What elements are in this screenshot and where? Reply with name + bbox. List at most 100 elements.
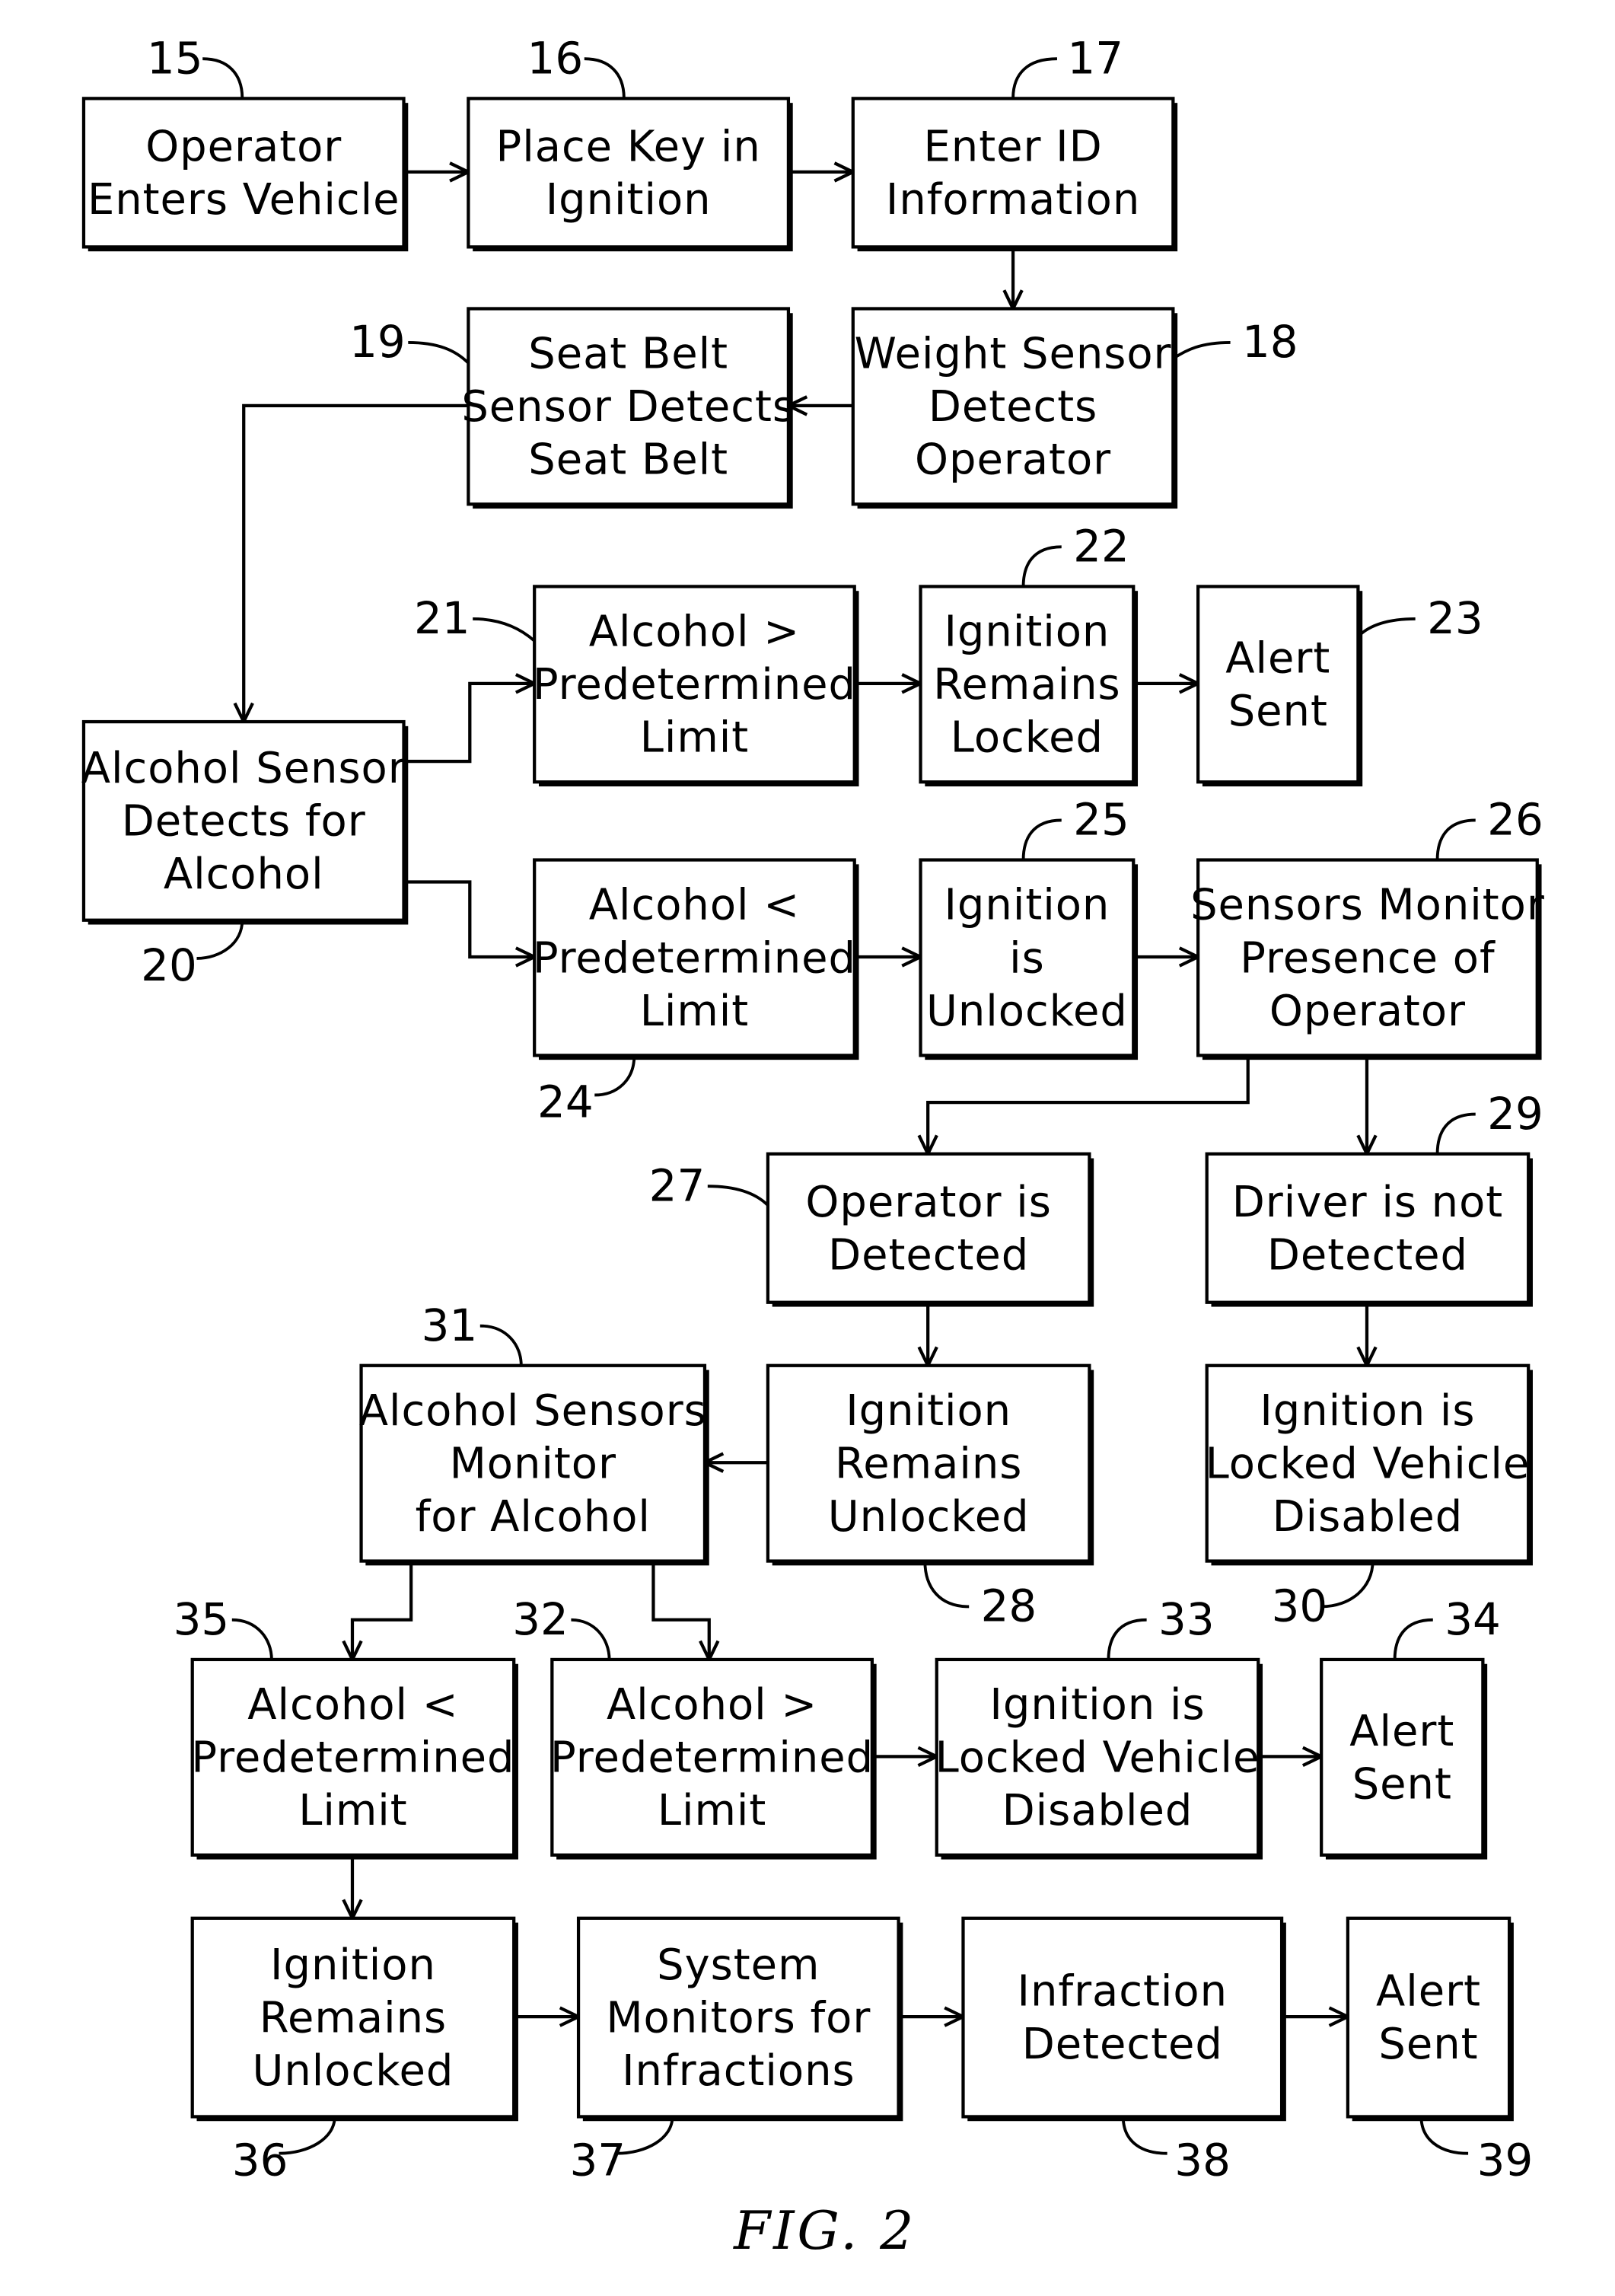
leader-line [1321, 1561, 1375, 1609]
reference-number: 26 [1487, 794, 1543, 846]
box-label-line: Alcohol Sensors [359, 1386, 707, 1436]
connector-18-19 [785, 395, 853, 416]
connector-28-31 [701, 1452, 768, 1473]
box-label-line: Information [886, 175, 1140, 225]
reference-number: 31 [422, 1299, 478, 1351]
reference-numeral-31: 31 [422, 1299, 523, 1366]
process-box-33: Ignition isLocked VehicleDisabled [935, 1657, 1263, 1860]
box-label-line: Operator [145, 122, 342, 171]
box-label-line: Ignition is [989, 1680, 1205, 1730]
process-box-29: Driver is notDetected [1205, 1152, 1533, 1307]
box-label-line: Limit [298, 1786, 407, 1835]
reference-number: 39 [1477, 2135, 1534, 2186]
reference-numeral-17: 17 [1011, 33, 1123, 99]
connector-26-29 [1356, 1055, 1378, 1158]
connector-33-34 [1258, 1746, 1326, 1768]
figure-caption: FIG. 2 [732, 2201, 916, 2262]
box-label-line: Sensors Monitor [1190, 881, 1545, 930]
box-label-line: Enters Vehicle [88, 175, 400, 225]
box-label-line: Locked [951, 713, 1104, 763]
box-label-line: Detected [1022, 2020, 1223, 2069]
reference-number: 28 [981, 1580, 1037, 1632]
leader-line [1107, 1618, 1147, 1660]
leader-line [1021, 545, 1062, 587]
process-box-23: AlertSent [1196, 585, 1363, 787]
connector-line [403, 681, 535, 764]
reference-numeral-37: 37 [569, 2116, 674, 2186]
box-border [766, 1152, 1091, 1304]
box-label-line: Ignition [944, 607, 1110, 657]
box-label-line: for Alcohol [416, 1492, 651, 1542]
reference-number: 24 [537, 1076, 594, 1127]
reference-numeral-18: 18 [1172, 316, 1298, 368]
box-label-line: Alert [1349, 1707, 1454, 1756]
leader-line [1435, 818, 1476, 860]
box-label-line: Predetermined [533, 933, 856, 983]
leader-line [479, 1324, 523, 1366]
process-box-24: Alcohol <PredeterminedLimit [533, 858, 859, 1060]
connector-17-18 [1002, 247, 1024, 313]
process-box-35: Alcohol <PredeterminedLimit [190, 1657, 518, 1860]
box-label-line: Presence of [1240, 933, 1496, 983]
reference-numeral-15: 15 [147, 33, 244, 99]
box-label-line: Alcohol > [589, 607, 800, 657]
connector-31-32 [651, 1561, 720, 1663]
leader-line [408, 340, 470, 365]
box-label-line: Limit [658, 1786, 766, 1835]
box-label-line: Remains [933, 660, 1120, 710]
reference-number: 29 [1487, 1088, 1543, 1140]
box-label-line: Detects for [122, 797, 366, 847]
leader-line [571, 1618, 611, 1660]
box-label-line: Seat Belt [528, 330, 728, 379]
box-label-line: Operator [915, 435, 1111, 485]
box-label-line: Infraction [1018, 1967, 1228, 2017]
box-label-line: Unlocked [252, 2046, 454, 2096]
box-label-line: Sensor Detects [461, 382, 795, 432]
connector-line [403, 880, 535, 959]
process-box-15: OperatorEnters Vehicle [81, 97, 409, 252]
leader-line [1357, 617, 1416, 638]
leader-line [1011, 57, 1057, 99]
reference-number: 18 [1242, 316, 1298, 368]
reference-numeral-30: 30 [1272, 1561, 1375, 1632]
process-box-36: IgnitionRemainsUnlocked [190, 1916, 518, 2122]
box-label-line: Disabled [1002, 1786, 1193, 1835]
reference-numeral-23: 23 [1357, 592, 1483, 644]
process-box-37: SystemMonitors forInfractions [576, 1916, 903, 2122]
box-label-line: Alcohol > [607, 1680, 817, 1730]
box-label-line: Predetermined [191, 1733, 514, 1783]
reference-numeral-32: 32 [512, 1593, 611, 1660]
connector-15-16 [403, 161, 473, 183]
connector-21-22 [854, 673, 925, 694]
process-box-16: Place Key inIgnition [467, 97, 793, 252]
connector-31-35 [342, 1561, 413, 1663]
box-label-line: Locked Vehicle [1206, 1439, 1531, 1488]
connector-35-36 [342, 1854, 363, 1922]
box-label-line: Ignition is [1260, 1386, 1475, 1436]
leader-line [1121, 2116, 1167, 2155]
leader-line [1021, 818, 1062, 860]
reference-number: 32 [512, 1593, 569, 1645]
process-box-34: AlertSent [1320, 1657, 1488, 1860]
box-label-line: Alert [1225, 633, 1330, 683]
box-border [851, 97, 1175, 249]
box-label-line: Detected [1267, 1230, 1468, 1280]
connector-20-24 [403, 880, 539, 968]
reference-number: 22 [1073, 521, 1129, 572]
box-border [1346, 1916, 1511, 2119]
process-box-28: IgnitionRemainsUnlocked [766, 1363, 1094, 1566]
box-label-line: Monitors for [606, 1993, 871, 2042]
reference-numeral-35: 35 [174, 1593, 273, 1660]
box-label-line: Ignition [944, 881, 1110, 930]
reference-number: 27 [649, 1159, 706, 1211]
connector-24-25 [854, 946, 925, 968]
box-label-line: Alert [1376, 1967, 1481, 2017]
box-label-line: Weight Sensor [855, 330, 1172, 379]
box-border [1205, 1152, 1531, 1304]
box-label-line: Ignition [270, 1940, 436, 1990]
box-label-line: Infractions [622, 2046, 855, 2096]
leader-line [707, 1185, 769, 1207]
connector-26-27 [917, 1055, 1250, 1158]
box-label-line: Sent [1378, 2020, 1478, 2069]
process-box-26: Sensors MonitorPresence ofOperator [1190, 858, 1545, 1060]
